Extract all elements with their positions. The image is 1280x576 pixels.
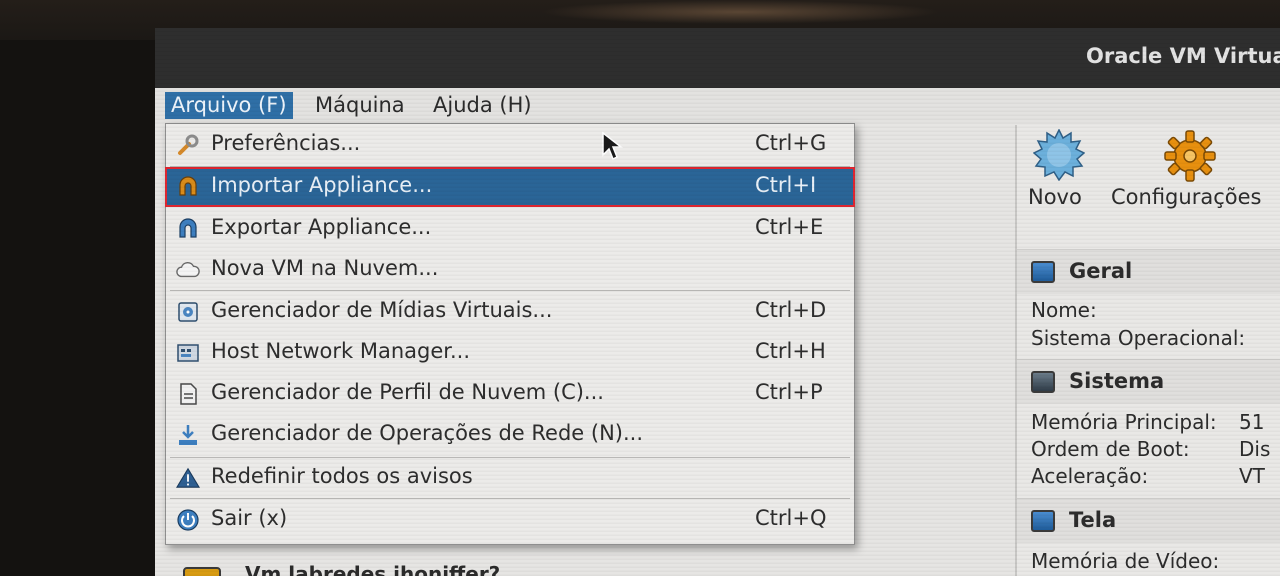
menu-separator: [170, 457, 850, 458]
new-starburst-icon: [1032, 128, 1086, 182]
window-title: Oracle VM Virtua: [1086, 44, 1280, 68]
network-operations-icon: [176, 423, 200, 447]
menu-separator: [170, 166, 850, 167]
gear-icon: [1164, 130, 1216, 182]
export-appliance-icon: [176, 217, 200, 241]
background-glare: [540, 0, 940, 24]
new-button-label: Novo: [1028, 185, 1082, 209]
menu-item-label: Redefinir todos os avisos: [211, 464, 473, 488]
menu-separator: [170, 290, 850, 291]
prop-so-key: Sistema Operacional:: [1031, 326, 1246, 350]
section-sistema[interactable]: Sistema: [1017, 359, 1280, 404]
virtualbox-manager: Arquivo (F) Máquina Ajuda (H) Novo Confi…: [155, 88, 1280, 576]
monitor-icon: [1031, 261, 1055, 283]
menu-item-shortcut: Ctrl+Q: [755, 506, 827, 530]
file-menu-dropdown: Preferências... Ctrl+G Importar Applianc…: [165, 123, 855, 545]
menu-item-shortcut: Ctrl+D: [755, 298, 827, 322]
menu-arquivo[interactable]: Arquivo (F): [165, 92, 293, 119]
display-icon: [1031, 510, 1055, 532]
menu-separator: [170, 498, 850, 499]
menu-item-host-network-manager[interactable]: Host Network Manager... Ctrl+H: [166, 334, 854, 372]
settings-button-label: Configurações: [1111, 185, 1262, 209]
menu-item-redefinir-avisos[interactable]: Redefinir todos os avisos: [166, 459, 854, 497]
screen: Oracle VM Virtua Arquivo (F) Máquina Aju…: [155, 28, 1280, 576]
power-icon: [176, 508, 200, 532]
prop-memoria-value: 51: [1239, 410, 1265, 434]
prop-aceleracao-value: VT: [1239, 464, 1265, 488]
section-geral[interactable]: Geral: [1017, 249, 1280, 294]
menu-item-sair[interactable]: Sair (x) Ctrl+Q: [166, 501, 854, 539]
vm-list-item[interactable]: Vm labredes jhoniffer?: [155, 550, 1015, 576]
host-network-icon: [176, 341, 200, 365]
section-tela-title: Tela: [1069, 508, 1117, 532]
cloud-icon: [176, 258, 200, 282]
menu-item-label: Exportar Appliance...: [211, 215, 432, 239]
menu-ajuda[interactable]: Ajuda (H): [427, 92, 538, 119]
menu-item-shortcut: Ctrl+E: [755, 215, 824, 239]
menubar: Arquivo (F) Máquina Ajuda (H): [155, 88, 1280, 123]
menu-item-shortcut: Ctrl+I: [755, 173, 817, 197]
settings-button[interactable]: Configurações: [1111, 129, 1261, 209]
menu-maquina[interactable]: Máquina: [309, 92, 411, 119]
menu-item-label: Importar Appliance...: [211, 173, 433, 197]
prop-video-key: Memória de Vídeo:: [1031, 549, 1220, 573]
prop-memoria-key: Memória Principal:: [1031, 410, 1217, 434]
cloud-profile-icon: [176, 382, 200, 406]
wrench-icon: [176, 133, 200, 157]
menu-item-shortcut: Ctrl+H: [755, 339, 826, 363]
menu-item-exportar-appliance[interactable]: Exportar Appliance... Ctrl+E: [166, 210, 854, 248]
menu-item-gerenciador-midias[interactable]: Gerenciador de Mídias Virtuais... Ctrl+D: [166, 293, 854, 331]
menu-item-label: Preferências...: [211, 131, 361, 155]
menu-item-label: Nova VM na Nuvem...: [211, 256, 439, 280]
section-tela[interactable]: Tela: [1017, 498, 1280, 543]
prop-boot-key: Ordem de Boot:: [1031, 437, 1190, 461]
section-sistema-title: Sistema: [1069, 369, 1165, 393]
prop-aceleracao-key: Aceleração:: [1031, 464, 1149, 488]
menu-item-label: Sair (x): [211, 506, 288, 530]
vm-list-item-name: Vm labredes jhoniffer?: [245, 562, 501, 576]
import-appliance-icon: [176, 175, 200, 199]
menu-item-importar-appliance[interactable]: Importar Appliance... Ctrl+I: [165, 167, 855, 207]
menu-item-perfil-nuvem[interactable]: Gerenciador de Perfil de Nuvem (C)... Ct…: [166, 375, 854, 413]
menu-item-label: Host Network Manager...: [211, 339, 470, 363]
prop-nome-key: Nome:: [1031, 298, 1097, 322]
prop-boot-value: Dis: [1239, 437, 1271, 461]
menu-item-nova-vm-nuvem[interactable]: Nova VM na Nuvem...: [166, 251, 854, 289]
menu-item-shortcut: Ctrl+P: [755, 380, 823, 404]
menu-item-label: Gerenciador de Operações de Rede (N)...: [211, 421, 644, 445]
vm-os-icon: [183, 567, 221, 576]
warning-icon: [176, 466, 200, 490]
menu-item-label: Gerenciador de Perfil de Nuvem (C)...: [211, 380, 604, 404]
menu-item-preferencias[interactable]: Preferências... Ctrl+G: [166, 126, 854, 164]
window-titlebar: Oracle VM Virtua: [155, 28, 1280, 88]
details-panel: Novo Configurações Geral Nome: Sistema O…: [1015, 125, 1280, 576]
menu-item-label: Gerenciador de Mídias Virtuais...: [211, 298, 553, 322]
virtual-media-icon: [176, 300, 200, 324]
mouse-cursor-icon: [602, 131, 623, 161]
menu-item-operacoes-rede[interactable]: Gerenciador de Operações de Rede (N)...: [166, 416, 854, 454]
new-button[interactable]: Novo: [1028, 128, 1086, 209]
chip-icon: [1031, 371, 1055, 393]
section-geral-title: Geral: [1069, 259, 1133, 283]
menu-item-shortcut: Ctrl+G: [755, 131, 827, 155]
